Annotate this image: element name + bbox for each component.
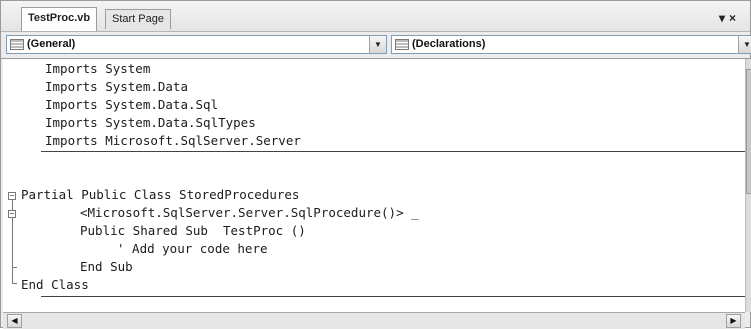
arrow-right-icon[interactable]: ▶: [726, 314, 741, 328]
arrow-left-icon[interactable]: ◀: [7, 314, 22, 328]
tab-start-page[interactable]: Start Page: [105, 9, 171, 29]
vertical-scrollbar[interactable]: [745, 59, 751, 312]
code-editor[interactable]: Imports System Imports System.Data Impor…: [3, 59, 745, 312]
navigation-bar: (General) ▼ (Declarations) ▼: [1, 32, 751, 59]
tab-dropdown-icon[interactable]: ▾: [719, 11, 729, 25]
class-view-icon: [10, 39, 24, 50]
procedure-separator: [41, 151, 745, 152]
document-tab-strip: TestProc.vb Start Page ▾×: [1, 1, 750, 32]
chevron-down-icon[interactable]: ▼: [369, 36, 386, 53]
outline-line: [12, 283, 17, 284]
object-dropdown[interactable]: (General) ▼: [6, 35, 387, 54]
code-line: ' Add your code here: [117, 241, 268, 256]
scroll-thumb[interactable]: [746, 69, 751, 194]
chevron-down-icon[interactable]: ▼: [738, 36, 751, 53]
code-line: Imports Microsoft.SqlServer.Server: [45, 133, 301, 148]
procedure-dropdown[interactable]: (Declarations) ▼: [391, 35, 751, 54]
tab-controls: ▾×: [719, 11, 740, 25]
code-line: Imports System.Data.Sql: [45, 97, 219, 112]
horizontal-scrollbar[interactable]: ◀ ▶: [3, 312, 745, 329]
procedure-separator: [41, 296, 745, 297]
procedure-dropdown-value: (Declarations): [412, 38, 486, 50]
class-view-icon: [395, 39, 409, 50]
collapse-outline-icon[interactable]: −: [8, 210, 16, 218]
code-line: End Sub: [80, 259, 133, 274]
tab-testproc-vb[interactable]: TestProc.vb: [21, 7, 98, 31]
code-line: Partial Public Class StoredProcedures: [21, 187, 300, 202]
collapse-outline-icon[interactable]: −: [8, 192, 16, 200]
code-editor-window: TestProc.vb Start Page ▾× (General) ▼ (D…: [0, 0, 751, 329]
object-dropdown-value: (General): [27, 38, 76, 50]
code-line: Public Shared Sub TestProc (): [80, 223, 306, 238]
code-line: Imports System.Data: [45, 79, 188, 94]
outline-line: [12, 267, 17, 268]
code-line: End Class: [21, 277, 89, 292]
close-icon[interactable]: ×: [729, 11, 740, 25]
code-line: Imports System.Data.SqlTypes: [45, 115, 256, 130]
code-line: Imports System: [45, 61, 151, 76]
code-line: <Microsoft.SqlServer.Server.SqlProcedure…: [80, 205, 419, 220]
